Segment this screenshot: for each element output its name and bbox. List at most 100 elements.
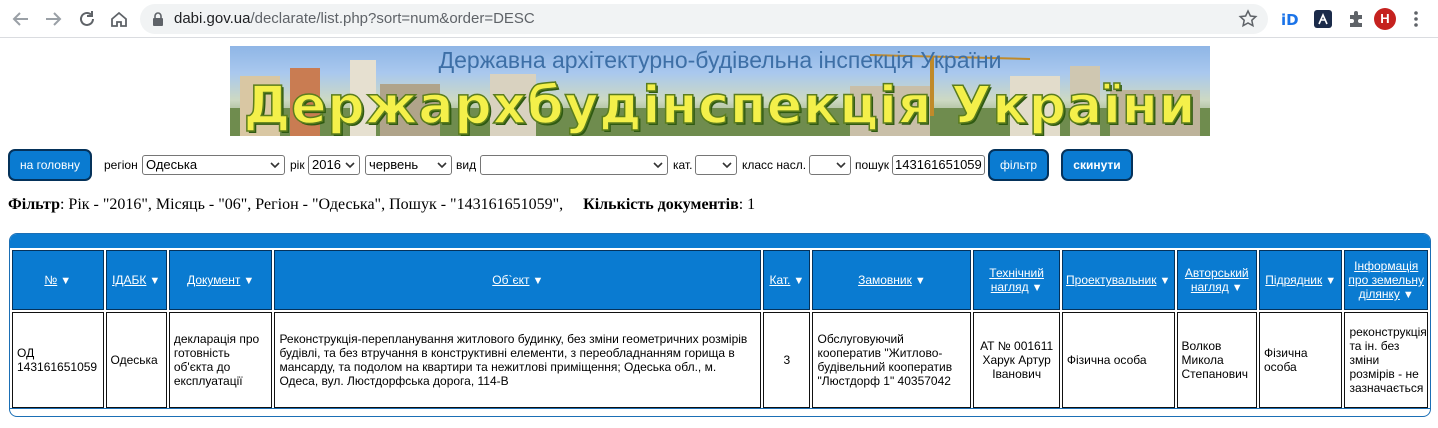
- filter-summary-label: Фільтр: [8, 196, 60, 213]
- cell-idabk: Одеська: [105, 312, 167, 408]
- results-table-container: № ▼ ІДАБК ▼ Документ ▼ Об`єкт ▼ Кат. ▼ Замовн…: [9, 233, 1431, 417]
- sort-arrow-icon[interactable]: ▼: [1159, 275, 1170, 287]
- column-header-customer[interactable]: Замовник ▼: [812, 250, 972, 310]
- sort-arrow-icon[interactable]: ▼: [793, 275, 804, 287]
- column-header-designer[interactable]: Проектувальник ▼: [1061, 250, 1175, 310]
- region-select[interactable]: Одеська: [142, 155, 285, 175]
- column-link[interactable]: Кат.: [769, 273, 790, 287]
- bookmark-star-icon[interactable]: [1238, 9, 1258, 29]
- profile-avatar[interactable]: H: [1374, 8, 1396, 30]
- column-link[interactable]: ділянку: [1359, 287, 1400, 301]
- column-header-idabk[interactable]: ІДАБК ▼: [105, 250, 167, 310]
- back-arrow-icon[interactable]: [10, 8, 32, 30]
- category-label: кат.: [673, 158, 693, 172]
- cell-category: 3: [763, 312, 811, 408]
- column-link[interactable]: Документ: [187, 273, 240, 287]
- column-header-document[interactable]: Документ ▼: [168, 250, 273, 310]
- browser-menu-icon[interactable]: [1412, 9, 1420, 29]
- chevron-down-icon: [437, 162, 447, 169]
- filter-summary-text: : Рік - "2016", Місяць - "06", Регіон - …: [59, 196, 564, 213]
- document-count-value: : 1: [738, 196, 756, 213]
- filter-button[interactable]: фільтр: [988, 149, 1049, 181]
- sort-arrow-icon[interactable]: ▼: [532, 275, 543, 287]
- cell-tech-supervision: АТ № 001611 Харук Артур Іванович: [973, 312, 1060, 408]
- cell-author-supervision: Волков Микола Степанович: [1176, 312, 1257, 408]
- reload-icon[interactable]: [76, 8, 98, 30]
- category-select[interactable]: [695, 155, 737, 175]
- extension-figure-icon[interactable]: [1313, 9, 1333, 29]
- year-select[interactable]: 2016: [308, 155, 360, 175]
- type-select[interactable]: [480, 155, 668, 175]
- cell-customer: Обслуговуючий кооператив "Житлово-будіве…: [812, 312, 972, 408]
- chevron-down-icon: [345, 162, 355, 169]
- sort-arrow-icon[interactable]: ▼: [1232, 282, 1243, 294]
- url-path: /declarate/list.php?sort=num&order=DESC: [250, 10, 535, 27]
- reset-button[interactable]: скинути: [1061, 149, 1133, 181]
- region-select-value: Одеська: [146, 157, 198, 172]
- lock-icon: [150, 11, 166, 27]
- table-footer-line: [10, 408, 1430, 416]
- column-link[interactable]: нагляд: [1191, 280, 1229, 294]
- sort-arrow-icon[interactable]: ▼: [149, 275, 160, 287]
- column-link[interactable]: Інформація про земельну: [1348, 259, 1424, 287]
- address-bar[interactable]: dabi.gov.ua/declarate/list.php?sort=num&…: [140, 4, 1268, 34]
- svg-text:iD: iD: [1281, 11, 1299, 29]
- sort-arrow-icon[interactable]: ▼: [1403, 289, 1414, 301]
- column-header-object[interactable]: Об`єкт ▼: [274, 250, 762, 310]
- filter-summary: Фільтр: Рік - "2016", Місяць - "06", Рег…: [8, 196, 755, 214]
- table-header-row: № ▼ ІДАБК ▼ Документ ▼ Об`єкт ▼ Кат. ▼ Замовн…: [12, 250, 1428, 310]
- url-host: dabi.gov.ua: [174, 10, 251, 27]
- home-button[interactable]: на головну: [8, 149, 92, 181]
- results-table: № ▼ ІДАБК ▼ Документ ▼ Об`єкт ▼ Кат. ▼ Замовн…: [10, 248, 1430, 410]
- column-link[interactable]: Підрядник: [1265, 273, 1322, 287]
- table-row: ОД 143161651059 Одеська декларація про г…: [12, 312, 1428, 408]
- cell-document: декларація про готовність об'єкта до екс…: [168, 312, 273, 408]
- column-header-number[interactable]: № ▼: [12, 250, 104, 310]
- url-text: dabi.gov.ua/declarate/list.php?sort=num&…: [174, 10, 535, 27]
- chevron-down-icon: [270, 162, 280, 169]
- site-banner: Державна архітектурно-будівельна інспекц…: [230, 46, 1210, 136]
- column-link[interactable]: Технічний: [989, 266, 1044, 280]
- sort-arrow-icon[interactable]: ▼: [243, 275, 254, 287]
- column-header-land-info[interactable]: Інформація про земельну ділянку ▼: [1344, 250, 1428, 310]
- cell-land-info: реконструкція та ін. без зміни розмірів …: [1344, 312, 1428, 408]
- column-link[interactable]: Об`єкт: [492, 273, 529, 287]
- browser-toolbar: dabi.gov.ua/declarate/list.php?sort=num&…: [0, 0, 1438, 38]
- column-link[interactable]: Замовник: [858, 273, 912, 287]
- banner-subtitle: Державна архітектурно-будівельна інспекц…: [438, 47, 1002, 73]
- type-label: вид: [456, 158, 477, 172]
- cell-contractor: Фізична особа: [1258, 312, 1343, 408]
- column-header-author-supervision[interactable]: Авторський нагляд ▼: [1176, 250, 1257, 310]
- search-label: пошук: [855, 158, 890, 172]
- extension-id-icon[interactable]: iD: [1280, 9, 1300, 29]
- cell-designer: Фізична особа: [1061, 312, 1175, 408]
- sort-arrow-icon[interactable]: ▼: [1325, 275, 1336, 287]
- class-label: класс насл.: [742, 158, 807, 172]
- sort-arrow-icon[interactable]: ▼: [915, 275, 926, 287]
- class-select[interactable]: [809, 155, 851, 175]
- cell-number: ОД 143161651059: [12, 312, 104, 408]
- home-icon[interactable]: [108, 8, 130, 30]
- search-input[interactable]: 143161651059: [892, 155, 985, 175]
- region-label: регіон: [104, 158, 138, 172]
- filter-toolbar: на головну регіон Одеська рік 2016 черве…: [8, 149, 1438, 181]
- sort-arrow-icon[interactable]: ▼: [60, 275, 71, 287]
- sort-arrow-icon[interactable]: ▼: [1032, 282, 1043, 294]
- month-select[interactable]: червень: [365, 155, 452, 175]
- chevron-down-icon: [653, 162, 663, 169]
- extensions-puzzle-icon[interactable]: [1346, 9, 1366, 29]
- chevron-down-icon: [836, 162, 846, 169]
- column-header-contractor[interactable]: Підрядник ▼: [1258, 250, 1343, 310]
- column-header-tech-supervision[interactable]: Технічний нагляд ▼: [973, 250, 1060, 310]
- column-link[interactable]: ІДАБК: [112, 273, 146, 287]
- column-link[interactable]: нагляд: [991, 280, 1029, 294]
- month-select-value: червень: [369, 157, 419, 172]
- cell-object: Реконструкція-перепланування житлового б…: [274, 312, 762, 408]
- forward-arrow-icon[interactable]: [42, 8, 64, 30]
- column-link[interactable]: Проектувальник: [1066, 273, 1156, 287]
- column-link[interactable]: №: [44, 273, 57, 287]
- chevron-down-icon: [722, 162, 732, 169]
- column-link[interactable]: Авторський: [1185, 266, 1249, 280]
- year-label: рік: [290, 158, 305, 172]
- column-header-category[interactable]: Кат. ▼: [763, 250, 811, 310]
